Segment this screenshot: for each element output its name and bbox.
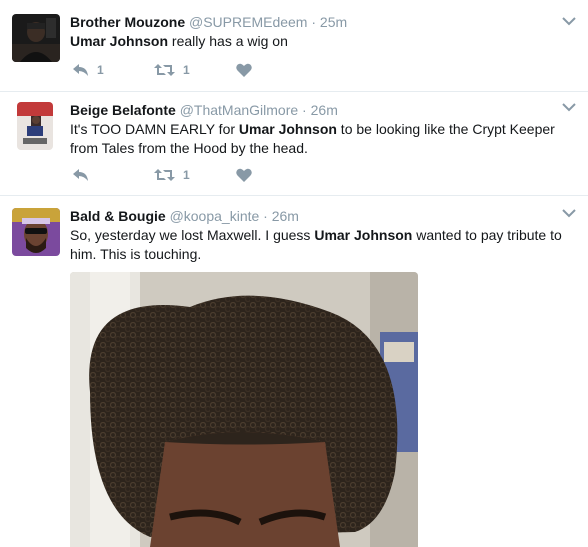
chevron-down-icon[interactable] [562,16,576,26]
retweet-count: 1 [183,63,190,77]
tweet-1[interactable]: Brother Mouzone @SUPREMEdeem · 25m Umar … [0,0,588,92]
tweet-header: Brother Mouzone @SUPREMEdeem · 25m [70,13,574,31]
like-button[interactable] [236,168,318,182]
tweet-timestamp[interactable]: 26m [311,102,338,118]
reply-button[interactable] [72,168,154,182]
user-handle[interactable]: @ThatManGilmore [180,102,298,118]
mention-text[interactable]: Umar Johnson [239,121,337,137]
user-fullname[interactable]: Brother Mouzone [70,14,185,30]
tweet-text-part: really has a wig on [168,33,288,49]
like-icon [236,168,252,182]
like-button[interactable] [236,63,318,77]
chevron-down-icon[interactable] [562,102,576,112]
retweet-count: 1 [183,168,190,182]
retweet-icon [154,169,175,181]
retweet-icon [154,64,175,76]
tweet-actions: 1 [72,167,318,183]
tweet-actions: 1 1 [72,62,318,78]
tweet-timestamp[interactable]: 25m [320,14,347,30]
separator-dot: · [259,208,272,224]
user-fullname[interactable]: Beige Belafonte [70,102,176,118]
retweet-button[interactable]: 1 [154,63,236,77]
tweet-text-part: It's TOO DAMN EARLY for [70,121,239,137]
mention-text[interactable]: Umar Johnson [70,33,168,49]
tweet-text: It's TOO DAMN EARLY for Umar Johnson to … [70,120,574,158]
reply-icon [73,169,88,181]
tweet-header: Bald & Bougie @koopa_kinte · 26m [70,207,574,225]
tweet-2[interactable]: Beige Belafonte @ThatManGilmore · 26m It… [0,92,588,196]
retweet-button[interactable]: 1 [154,168,236,182]
like-icon [236,63,252,77]
user-handle[interactable]: @koopa_kinte [170,208,260,224]
reply-count: 1 [97,63,104,77]
avatar[interactable] [17,102,53,150]
user-handle[interactable]: @SUPREMEdeem [189,14,307,30]
tweet-photo[interactable] [70,272,418,547]
user-fullname[interactable]: Bald & Bougie [70,208,166,224]
avatar[interactable] [12,208,60,256]
mention-text[interactable]: Umar Johnson [314,227,412,243]
separator-dot: · [307,14,320,30]
reply-icon [73,64,88,76]
tweet-text-part: So, yesterday we lost Maxwell. I guess [70,227,315,243]
separator-dot: · [298,102,311,118]
tweet-text: So, yesterday we lost Maxwell. I guess U… [70,226,574,264]
tweet-timestamp[interactable]: 26m [272,208,299,224]
tweet-text: Umar Johnson really has a wig on [70,32,574,51]
chevron-down-icon[interactable] [562,208,576,218]
avatar[interactable] [12,14,60,62]
tweet-header: Beige Belafonte @ThatManGilmore · 26m [70,101,574,119]
reply-button[interactable]: 1 [72,63,154,77]
